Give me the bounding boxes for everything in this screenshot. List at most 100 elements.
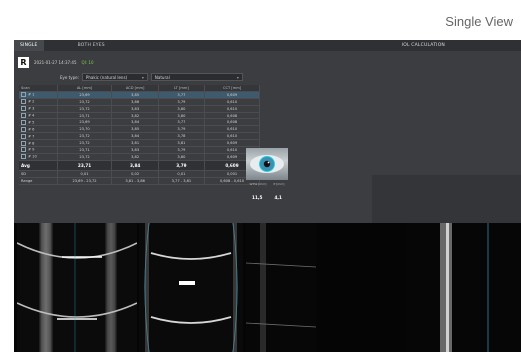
patient-info-row: R 2021-01-27 14:37:45 QI: 10 (18, 55, 94, 69)
row-checkbox[interactable] (21, 126, 26, 132)
scan-label: # 2 (28, 99, 35, 104)
wtw-col-label: WTW [mm] (249, 182, 267, 186)
eye-type-row: Eye type: Phakic (natural lens) ▾ Natura… (60, 73, 243, 81)
row-checkbox[interactable] (21, 119, 26, 125)
avg-value: 3,84 (111, 160, 159, 171)
value-cell: 0,609 (204, 91, 260, 99)
scan-cell: # 6 (19, 125, 58, 134)
table-row[interactable]: # 4 23,71 3,82 3,80 0,608 (19, 112, 260, 120)
range-label: Range (19, 177, 58, 185)
table-row[interactable]: # 6 23,70 3,85 3,79 0,610 (19, 125, 260, 134)
table-row[interactable]: # 5 23,69 3,84 3,77 0,608 (19, 118, 260, 127)
avg-row: Avg 23,71 3,84 3,79 0,609 (19, 160, 260, 171)
row-checkbox[interactable] (21, 92, 26, 98)
value-cell: 23,72 (57, 98, 113, 106)
lens-type-select-value: Natural (154, 74, 170, 80)
tab-iol-calculation[interactable]: IOL CALCULATION (396, 40, 451, 51)
value-cell: 3,85 (111, 125, 159, 134)
table-row[interactable]: # 3 23,72 3,83 3,80 0,610 (19, 105, 260, 113)
value-cell: 3,80 (158, 105, 206, 113)
value-cell: 0,609 (204, 139, 260, 148)
scan-cell: # 7 (19, 132, 58, 141)
range-value: 3,77 - 3,81 (158, 177, 206, 185)
value-cell: 23,69 (57, 118, 113, 127)
value-cell: 23,71 (57, 146, 113, 154)
value-cell: 23,72 (57, 105, 113, 113)
row-checkbox[interactable] (21, 113, 26, 118)
value-cell: 3,86 (111, 98, 159, 106)
row-checkbox[interactable] (21, 133, 26, 139)
scan-label: # 4 (28, 113, 35, 118)
sd-value: 0,01 (57, 170, 113, 178)
sd-row: SD 0,01 0,02 0,01 0,001 (19, 170, 260, 178)
value-cell: 0,608 (204, 112, 260, 120)
value-cell: 0,610 (204, 125, 260, 134)
exam-timestamp: 2021-01-27 14:37:45 (34, 59, 77, 65)
value-cell: 3,85 (111, 91, 159, 99)
row-checkbox[interactable] (21, 147, 26, 153)
value-cell: 23,72 (57, 132, 113, 141)
table-row[interactable]: # 2 23,72 3,86 3,79 0,610 (19, 98, 260, 106)
sd-label: SD (19, 170, 58, 178)
value-cell: 3,84 (111, 118, 159, 127)
value-cell: 23,71 (57, 112, 113, 120)
pupil-value: 4,1 (274, 195, 282, 200)
scan-cell: # 10 (19, 153, 58, 161)
value-cell: 3,80 (158, 153, 206, 161)
scan-cell: # 1 (19, 91, 58, 99)
value-cell: 23,72 (57, 153, 113, 161)
view-tab-bar: SINGLE BOTH EYES IOL CALCULATION (14, 40, 521, 51)
row-checkbox[interactable] (21, 154, 26, 160)
retina-bscan-image[interactable] (406, 223, 521, 352)
table-row[interactable]: # 8 23,72 3,81 3,81 0,609 (19, 139, 260, 148)
wtw-value: 11,5 (252, 195, 263, 200)
lens-bscan-image[interactable] (139, 223, 243, 352)
eye-photo (246, 148, 288, 180)
avg-label: Avg (19, 160, 58, 171)
value-cell: 3,84 (111, 132, 159, 141)
value-cell: 3,77 (158, 118, 206, 127)
value-cell: 3,83 (111, 146, 159, 154)
scan-cell: # 5 (19, 118, 58, 127)
cornea-bscan-image[interactable] (17, 223, 137, 352)
value-cell: 3,79 (158, 98, 206, 106)
tab-single[interactable]: SINGLE (14, 40, 44, 51)
tab-disabled-2[interactable] (151, 40, 191, 51)
scan-label: # 10 (28, 154, 37, 159)
range-value: 23,69 - 23,72 (57, 177, 113, 185)
scan-label: # 8 (28, 141, 35, 146)
table-row[interactable]: # 7 23,72 3,84 3,78 0,610 (19, 132, 260, 141)
value-cell: 3,82 (111, 112, 159, 120)
value-cell: 3,77 (158, 91, 206, 99)
eye-type-select-value: Phakic (natural lens) (85, 74, 128, 80)
row-checkbox[interactable] (21, 106, 26, 112)
wtw-values: 11,5 4,1 (246, 195, 288, 200)
tab-both-eyes[interactable]: BOTH EYES (72, 40, 111, 51)
measurement-table: Scan AL [mm] ACD [mm] LT [mm] CCT [mm] #… (19, 85, 260, 185)
table-row[interactable]: # 9 23,71 3,83 3,79 0,610 (19, 146, 260, 154)
range-row: Range 23,69 - 23,72 3,81 - 3,86 3,77 - 3,81… (19, 177, 260, 185)
scan-cell: # 2 (19, 98, 58, 106)
range-value: 3,81 - 3,86 (111, 177, 159, 185)
right-info-panel (372, 175, 521, 225)
scan-cell: # 3 (19, 105, 58, 113)
chevron-down-icon: ▾ (141, 74, 144, 80)
view-caption: Single View (445, 14, 513, 29)
table-row[interactable]: # 1 23,69 3,85 3,77 0,609 (19, 91, 260, 99)
value-cell: 23,72 (57, 139, 113, 148)
value-cell: 3,80 (158, 112, 206, 120)
row-checkbox[interactable] (21, 99, 26, 105)
tab-disabled-1[interactable] (111, 40, 151, 51)
scan-label: # 9 (28, 147, 35, 152)
lens-type-select[interactable]: Natural ▾ (150, 73, 243, 81)
scan-label: # 5 (28, 120, 35, 125)
chevron-down-icon: ▾ (236, 74, 239, 80)
eye-side-badge: R (18, 56, 29, 68)
scan-label: # 6 (28, 127, 35, 132)
row-checkbox[interactable] (21, 140, 26, 146)
value-cell: 0,608 (204, 118, 260, 127)
scan-cell: # 4 (19, 112, 58, 120)
table-row[interactable]: # 10 23,72 3,82 3,80 0,609 (19, 153, 260, 161)
eye-type-select[interactable]: Phakic (natural lens) ▾ (81, 73, 148, 81)
vitreous-bscan-image[interactable] (246, 223, 316, 352)
